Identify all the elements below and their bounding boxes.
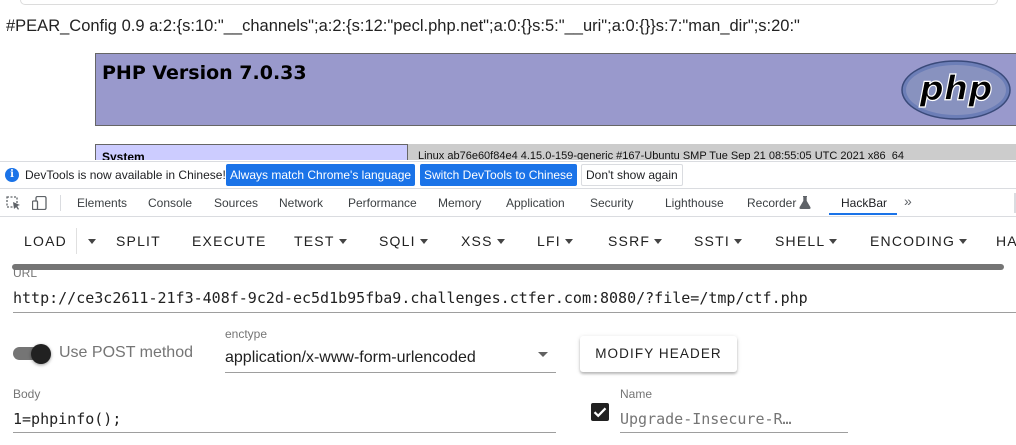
pear-config-text: #PEAR_Config 0.9 a:2:{s:10:"__channels";… [6,17,800,35]
chevron-down-icon[interactable] [538,352,548,357]
inspect-element-icon[interactable] [6,196,22,210]
test-menu[interactable]: TEST [294,233,347,249]
test-menu-label: TEST [294,233,335,249]
page-top-border [20,0,998,5]
lfi-menu-label: LFI [537,233,561,249]
chevron-down-icon [419,238,428,244]
chevron-down-icon [88,238,96,244]
toolbar-divider [60,195,61,211]
web-page: #PEAR_Config 0.9 a:2:{s:10:"__channels";… [0,0,1016,160]
tab-security[interactable]: Security [590,196,633,210]
flask-icon [799,196,811,209]
system-row: System Linux ab76e60f84e4 4.15.0-159-gen… [95,144,1016,160]
split-button[interactable]: SPLIT [116,233,161,249]
modify-header-button[interactable]: MODIFY HEADER [580,336,737,372]
tab-memory[interactable]: Memory [438,196,481,210]
header-name-input[interactable]: Upgrade-Insecure-R… [620,410,792,428]
tab-hackbar[interactable]: HackBar [841,196,887,210]
sqli-menu[interactable]: SQLI [379,233,428,249]
php-header: PHP Version 7.0.33 php [95,53,1016,126]
chevron-down-icon [733,238,742,244]
tab-recorder[interactable]: Recorder [747,196,796,210]
ssti-menu-label: SSTI [694,233,730,249]
lfi-menu[interactable]: LFI [537,233,573,249]
chevron-down-icon [338,238,347,244]
always-match-language-button[interactable]: Always match Chrome's language [226,164,416,186]
system-value-cell: Linux ab76e60f84e4 4.15.0-159-generic #1… [407,144,1016,160]
body-input[interactable]: 1=phpinfo(); [13,410,121,428]
ssti-menu[interactable]: SSTI [694,233,742,249]
active-tab-indicator [829,213,897,215]
switch-devtools-chinese-button[interactable]: Switch DevTools to Chinese [420,164,577,186]
enctype-label: enctype [225,327,268,341]
tab-network[interactable]: Network [279,196,323,210]
php-version-title: PHP Version 7.0.33 [102,62,307,84]
dont-show-again-button[interactable]: Don't show again [581,164,683,186]
tab-elements[interactable]: Elements [77,196,127,210]
check-icon [593,407,607,418]
execute-button[interactable]: EXECUTE [192,233,267,249]
system-label: System [102,150,145,160]
chevron-down-icon [496,238,505,244]
shell-menu-label: SHELL [775,233,826,249]
screen: #PEAR_Config 0.9 a:2:{s:10:"__channels";… [0,0,1016,445]
chevron-down-icon [564,238,573,244]
toggle-thumb [31,344,51,364]
xss-menu-label: XSS [461,233,493,249]
php-logo: php [901,60,1011,120]
load-button[interactable]: LOAD [24,233,67,249]
tab-sources[interactable]: Sources [214,196,258,210]
header-enabled-checkbox[interactable] [591,403,609,421]
shell-menu[interactable]: SHELL [775,233,838,249]
hackbar-toolbar: LOAD SPLIT EXECUTE TEST SQLI XSS LFI SSR… [0,218,1016,264]
tab-console[interactable]: Console [148,196,192,210]
tab-application[interactable]: Application [506,196,565,210]
url-label: URL [13,266,38,280]
ssrf-menu-label: SSRF [608,233,651,249]
infobar-message: DevTools is now available in Chinese! [25,168,226,182]
enctype-underline [225,372,556,373]
load-split-divider [76,228,77,254]
devtools-tabbar: Elements Console Sources Network Perform… [0,189,1016,217]
enctype-select[interactable]: application/x-www-form-urlencoded [225,349,476,367]
sqli-menu-label: SQLI [379,233,416,249]
devtools-infobar: i DevTools is now available in Chinese! … [0,161,1016,189]
device-toolbar-icon[interactable] [32,196,48,210]
info-icon: i [5,168,19,182]
toolbar-horizontal-scrollbar[interactable] [12,264,1004,270]
php-logo-text: php [919,69,993,109]
tab-performance[interactable]: Performance [348,196,417,210]
body-underline [13,432,556,433]
xss-menu[interactable]: XSS [461,233,505,249]
encoding-menu[interactable]: ENCODING [870,233,968,249]
hashing-menu[interactable]: HA [996,233,1016,249]
header-name-label: Name [620,387,653,401]
more-tabs-icon[interactable]: » [904,193,912,209]
header-name-underline [620,432,848,433]
load-dropdown-button[interactable] [84,233,96,249]
chevron-down-icon [959,238,968,244]
url-input[interactable]: http://ce3c2611-21f3-408f-9c2d-ec5d1b95f… [13,289,808,307]
post-method-toggle[interactable] [13,344,51,364]
system-value: Linux ab76e60f84e4 4.15.0-159-generic #1… [418,150,904,160]
post-method-label: Use POST method [59,344,193,361]
encoding-menu-label: ENCODING [870,233,956,249]
chevron-down-icon [829,238,838,244]
chevron-down-icon [654,238,663,244]
body-label: Body [13,387,41,401]
url-underline [13,312,1016,313]
tab-lighthouse[interactable]: Lighthouse [665,196,724,210]
ssrf-menu[interactable]: SSRF [608,233,663,249]
